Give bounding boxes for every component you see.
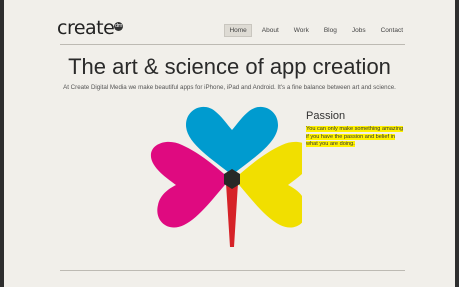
nav-item-about[interactable]: About [257, 24, 284, 37]
passion-line: what you are doing. [306, 141, 355, 147]
tagline: At Create Digital Media we make beautifu… [63, 84, 396, 91]
header-divider [60, 44, 405, 45]
passion-line: You can only make something amazing [306, 126, 404, 132]
passion-text: You can only make something amazing if y… [306, 126, 406, 149]
heart-flower-illustration [150, 106, 302, 247]
passion-line: if you have the passion and belief in [306, 133, 395, 140]
logo-badge: dm [114, 22, 123, 31]
logo[interactable]: create dm [57, 17, 123, 39]
nav-item-jobs[interactable]: Jobs [347, 24, 371, 37]
nav-item-blog[interactable]: Blog [319, 24, 342, 37]
page: create dm Home About Work Blog Jobs Cont… [4, 0, 455, 287]
red-stem-shape [226, 183, 238, 247]
nav-item-work[interactable]: Work [289, 24, 314, 37]
nav-item-home[interactable]: Home [224, 24, 252, 37]
main-nav: Home About Work Blog Jobs Contact [219, 24, 408, 37]
nav-item-contact[interactable]: Contact [376, 24, 408, 37]
footer-divider [60, 270, 405, 271]
section-title-passion: Passion [306, 110, 346, 122]
logo-text: create [57, 17, 115, 39]
page-title: The art & science of app creation [68, 54, 391, 79]
